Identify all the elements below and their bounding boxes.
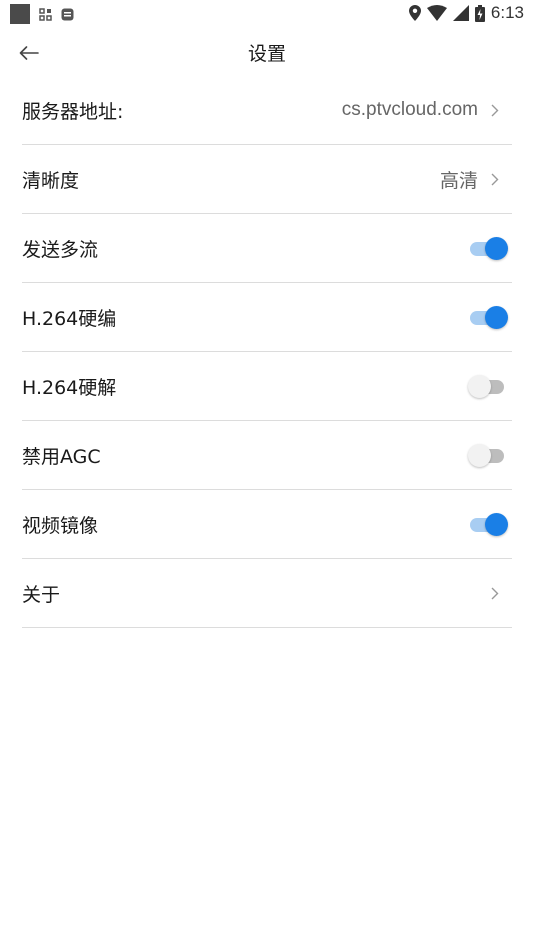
message-icon <box>61 8 74 20</box>
setting-label: 关于 <box>22 583 61 606</box>
chevron-right-icon <box>488 172 502 186</box>
app-bar: 设置 <box>0 28 534 76</box>
chevron-right-icon <box>488 103 502 117</box>
multi-stream-toggle[interactable] <box>468 236 508 260</box>
setting-label: 发送多流 <box>22 238 99 261</box>
setting-multi-stream: 发送多流 <box>22 214 512 283</box>
status-time: 6:13 <box>490 3 524 22</box>
setting-about[interactable]: 关于 <box>22 559 512 628</box>
setting-h264-hw-encode: H.264硬编 <box>22 283 512 352</box>
status-bar: 6:13 <box>0 0 534 28</box>
setting-h264-hw-decode: H.264硬解 <box>22 352 512 421</box>
setting-label: 视频镜像 <box>22 514 99 537</box>
setting-label: H.264硬解 <box>22 376 117 399</box>
setting-label: 清晰度 <box>22 169 80 192</box>
setting-clarity[interactable]: 清晰度 高清 <box>22 145 512 214</box>
setting-disable-agc: 禁用AGC <box>22 421 512 490</box>
chevron-right-icon <box>488 586 502 600</box>
server-address-value: cs.ptvcloud.com <box>341 99 478 120</box>
setting-video-mirror: 视频镜像 <box>22 490 512 559</box>
video-mirror-toggle[interactable] <box>468 512 508 536</box>
page-title: 设置 <box>247 43 286 65</box>
h264-hw-decode-toggle[interactable] <box>468 374 508 398</box>
wifi-icon <box>426 5 447 21</box>
clarity-value: 高清 <box>439 170 478 192</box>
notification-square-icon <box>10 4 30 24</box>
settings-list: 服务器地址: cs.ptvcloud.com 清晰度 高清 发送多流 H.264… <box>22 76 512 628</box>
app-grid-icon <box>39 7 52 21</box>
setting-label: 禁用AGC <box>22 445 101 468</box>
h264-hw-encode-toggle[interactable] <box>468 305 508 329</box>
battery-icon <box>474 4 485 22</box>
setting-server-address[interactable]: 服务器地址: cs.ptvcloud.com <box>22 76 512 145</box>
disable-agc-toggle[interactable] <box>468 443 508 467</box>
setting-label: H.264硬编 <box>22 307 117 330</box>
location-icon <box>408 5 421 21</box>
cell-signal-icon <box>452 5 469 21</box>
setting-label: 服务器地址: <box>22 100 124 123</box>
